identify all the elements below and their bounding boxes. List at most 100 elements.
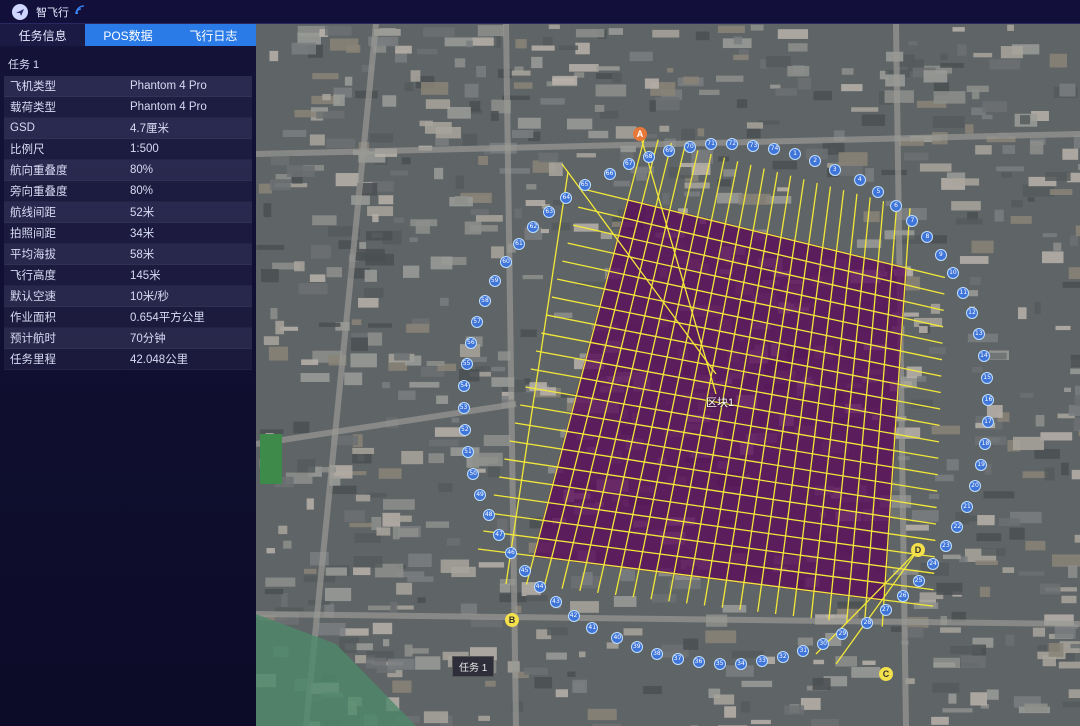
info-row: 载荷类型 Phantom 4 Pro	[4, 97, 252, 118]
waypoint-marker[interactable]: 48	[482, 509, 495, 522]
waypoint-marker[interactable]: 42	[567, 609, 580, 622]
waypoint-marker[interactable]: 39	[630, 640, 643, 653]
waypoint-marker[interactable]: 32	[776, 651, 789, 664]
info-key: 拍照间距	[10, 228, 56, 240]
waypoint-marker[interactable]: 35	[713, 657, 726, 670]
waypoint-marker[interactable]: 68	[642, 150, 655, 163]
app-window: 智飞行 任务信息 POS数据 飞行日志 任务 1 飞机类型 Phantom 4 P…	[0, 0, 1080, 726]
title-bar: 智飞行	[0, 0, 1080, 24]
waypoint-marker[interactable]: 47	[493, 528, 506, 541]
waypoint-marker[interactable]: 64	[560, 191, 573, 204]
waypoint-marker[interactable]: 24	[927, 557, 940, 570]
waypoint-marker[interactable]: 41	[586, 621, 599, 634]
plane-logo-icon	[12, 3, 28, 20]
info-row: 旁向重叠度 80%	[4, 181, 252, 202]
waypoint-marker[interactable]: 59	[488, 275, 501, 288]
waypoint-marker[interactable]: 23	[939, 539, 952, 552]
info-row: 飞机类型 Phantom 4 Pro	[4, 76, 252, 97]
waypoint-marker[interactable]: 13	[972, 328, 985, 341]
info-row: 预计航时 70分钟	[4, 328, 252, 349]
waypoint-marker[interactable]: 65	[578, 178, 591, 191]
waypoint-marker[interactable]: 58	[478, 294, 491, 307]
waypoint-marker[interactable]: 17	[981, 415, 994, 428]
info-key: 载荷类型	[10, 102, 56, 114]
waypoint-marker[interactable]: 36	[692, 656, 705, 669]
map-canvas[interactable]	[256, 24, 1080, 726]
waypoint-marker[interactable]: 56	[464, 336, 477, 349]
corner-marker-a[interactable]: A	[633, 127, 647, 141]
info-key: 任务里程	[10, 354, 56, 366]
tab-pos-data[interactable]: POS数据	[85, 24, 171, 46]
corner-marker-b[interactable]: B	[505, 613, 519, 627]
map-view[interactable]: 区块1 任务 1 1 2 3 4 5 6 7 8 9 10 11 12 13 14 15 16 17 18 19 20…	[256, 24, 1080, 726]
waypoint-marker[interactable]: 37	[671, 653, 684, 666]
waypoint-marker[interactable]: 9	[934, 248, 947, 261]
waypoint-marker[interactable]: 15	[981, 371, 994, 384]
waypoint-marker[interactable]: 3	[828, 163, 841, 176]
waypoint-marker[interactable]: 73	[747, 139, 760, 152]
app-name: 智飞行	[36, 6, 69, 19]
info-value: 34米	[130, 228, 155, 240]
waypoint-marker[interactable]: 63	[543, 205, 556, 218]
sidebar: 任务信息 POS数据 飞行日志 任务 1 飞机类型 Phantom 4 Pro 载荷…	[0, 24, 256, 726]
waypoint-marker[interactable]: 50	[467, 467, 480, 480]
info-key: 默认空速	[10, 291, 56, 303]
info-key: 旁向重叠度	[10, 186, 68, 198]
info-key: 飞行高度	[10, 270, 56, 282]
waypoint-marker[interactable]: 6	[890, 199, 903, 212]
waypoint-marker[interactable]: 45	[518, 564, 531, 577]
info-value: 52米	[130, 207, 155, 219]
waypoint-marker[interactable]: 43	[549, 596, 562, 609]
sports-field	[260, 434, 282, 484]
info-value: 145米	[130, 270, 161, 282]
waypoint-marker[interactable]: 30	[817, 637, 830, 650]
info-value: 70分钟	[130, 333, 166, 345]
info-value: 80%	[130, 164, 154, 176]
waypoint-marker[interactable]: 57	[471, 315, 484, 328]
waypoint-marker[interactable]: 55	[460, 358, 473, 371]
info-row: 作业面积 0.654平方公里	[4, 307, 252, 328]
task-label[interactable]: 任务 1	[452, 656, 495, 677]
info-value: 10米/秒	[130, 291, 169, 303]
info-row: 航向重叠度 80%	[4, 160, 252, 181]
waypoint-marker[interactable]: 25	[912, 574, 925, 587]
info-row: 比例尺 1:500	[4, 139, 252, 160]
info-key: GSD	[10, 122, 35, 134]
waypoint-marker[interactable]: 66	[603, 167, 616, 180]
waypoint-marker[interactable]: 70	[683, 140, 696, 153]
info-row: GSD 4.7厘米	[4, 118, 252, 139]
task-info-table: 飞机类型 Phantom 4 Pro 载荷类型 Phantom 4 Pro GSD 4.7…	[4, 76, 252, 370]
info-row: 拍照间距 34米	[4, 223, 252, 244]
waypoint-marker[interactable]: 16	[982, 393, 995, 406]
waypoint-marker[interactable]: 34	[734, 657, 747, 670]
info-row: 飞行高度 145米	[4, 265, 252, 286]
info-value: Phantom 4 Pro	[130, 80, 207, 92]
info-row: 平均海拔 58米	[4, 244, 252, 265]
corner-marker-c[interactable]: C	[879, 667, 893, 681]
waypoint-marker[interactable]: 53	[457, 402, 470, 415]
waypoint-marker[interactable]: 38	[650, 647, 663, 660]
info-value: 0.654平方公里	[130, 312, 205, 324]
waypoint-marker[interactable]: 14	[977, 349, 990, 362]
info-key: 航线间距	[10, 207, 56, 219]
waypoint-marker[interactable]: 44	[533, 581, 546, 594]
info-key: 航向重叠度	[10, 165, 68, 177]
corner-marker-d[interactable]: D	[911, 543, 925, 557]
tab-flight-log[interactable]: 飞行日志	[170, 24, 256, 46]
waypoint-marker[interactable]: 26	[896, 590, 909, 603]
tab-bar: 任务信息 POS数据 飞行日志	[0, 24, 256, 46]
area-label: 区块1	[706, 397, 735, 409]
info-value: 1:500	[130, 143, 159, 155]
info-value: Phantom 4 Pro	[130, 101, 207, 113]
info-row: 航线间距 52米	[4, 202, 252, 223]
waypoint-marker[interactable]: 27	[879, 604, 892, 617]
waypoint-marker[interactable]: 4	[853, 174, 866, 187]
waypoint-marker[interactable]: 69	[663, 144, 676, 157]
info-value: 42.048公里	[130, 354, 189, 366]
waypoint-marker[interactable]: 49	[474, 488, 487, 501]
tab-task-info[interactable]: 任务信息	[0, 24, 86, 46]
waypoint-marker[interactable]: 18	[979, 437, 992, 450]
waypoint-marker[interactable]: 21	[961, 501, 974, 513]
wifi-icon	[75, 5, 85, 18]
info-value: 80%	[130, 185, 154, 197]
